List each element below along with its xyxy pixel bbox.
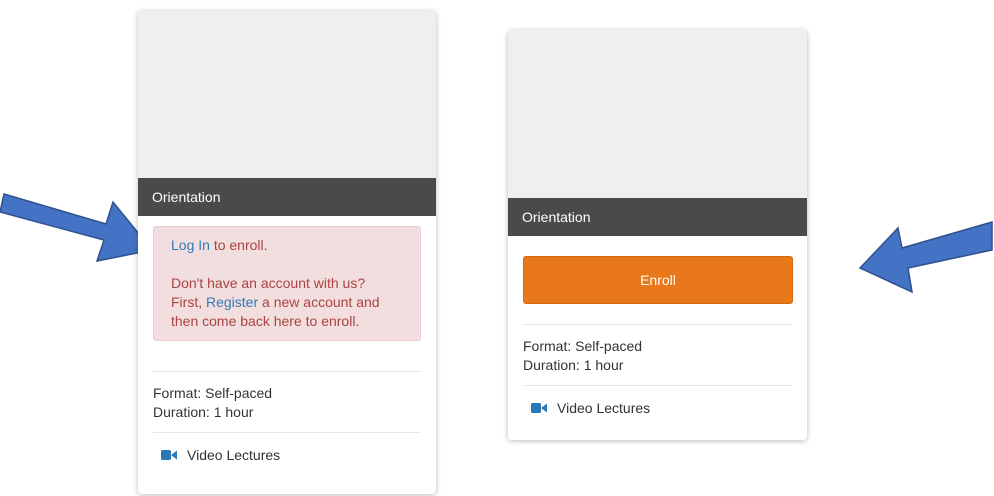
login-line: Log In to enroll. — [171, 236, 408, 255]
feature-label: Video Lectures — [557, 400, 651, 416]
course-meta: Format: Self-paced Duration: 1 hour — [153, 372, 421, 432]
video-camera-icon — [161, 450, 177, 460]
feature-video-lectures: Video Lectures — [153, 433, 421, 463]
course-card-logged-in: Orientation Enroll Format: Self-paced Du… — [508, 30, 807, 440]
first-prefix: First, — [171, 294, 206, 310]
course-thumbnail — [138, 11, 436, 178]
course-format: Format: Self-paced — [153, 385, 273, 401]
course-title-bar: Orientation — [508, 198, 807, 236]
feature-label: Video Lectures — [187, 447, 281, 463]
course-format: Format: Self-paced — [523, 338, 643, 354]
register-link[interactable]: Register — [206, 294, 258, 310]
course-title-bar: Orientation — [138, 178, 436, 216]
course-duration: Duration: 1 hour — [153, 404, 254, 420]
course-title: Orientation — [152, 189, 221, 205]
course-meta: Format: Self-paced Duration: 1 hour — [523, 325, 792, 385]
no-account-text: Don't have an account with us? — [171, 275, 366, 291]
register-paragraph: Don't have an account with us? First, Re… — [171, 274, 408, 331]
course-title: Orientation — [522, 209, 591, 225]
login-link[interactable]: Log In — [171, 237, 210, 253]
course-duration: Duration: 1 hour — [523, 357, 624, 373]
video-camera-icon — [531, 403, 547, 413]
login-suffix: to enroll. — [209, 237, 268, 253]
course-card-logged-out: Orientation Log In to enroll. Don't have… — [138, 11, 436, 494]
login-required-alert: Log In to enroll. Don't have an account … — [153, 226, 421, 341]
enroll-button[interactable]: Enroll — [523, 256, 793, 304]
annotation-arrow-right — [858, 221, 993, 294]
feature-video-lectures: Video Lectures — [523, 386, 792, 416]
course-thumbnail — [508, 30, 807, 198]
annotation-arrow-left — [0, 193, 154, 262]
